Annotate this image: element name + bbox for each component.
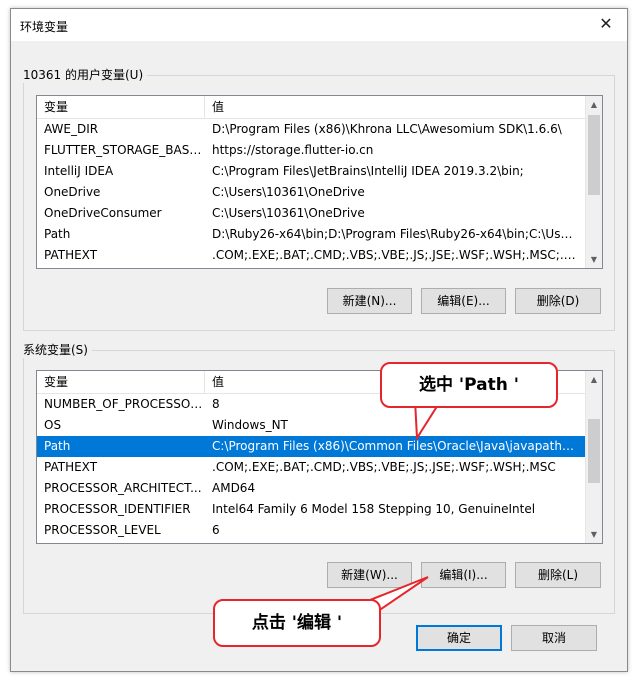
user-edit-button[interactable]: 编辑(E)... bbox=[421, 288, 506, 314]
column-header-name[interactable]: 变量 bbox=[37, 96, 205, 118]
table-row[interactable]: PATHEXT .COM;.EXE;.BAT;.CMD;.VBS;.VBE;.JS… bbox=[37, 245, 587, 266]
variable-value: C:\Users\10361\OneDrive bbox=[212, 206, 365, 220]
variable-name: PATHEXT bbox=[44, 460, 98, 474]
variable-name: PROCESSOR_IDENTIFIER bbox=[44, 502, 191, 516]
close-icon[interactable]: ✕ bbox=[595, 13, 617, 35]
variable-value: C:\Program Files\JetBrains\IntelliJ IDEA… bbox=[212, 164, 524, 178]
scroll-down-icon[interactable]: ▼ bbox=[586, 251, 602, 268]
variable-name: FLUTTER_STORAGE_BASE_... bbox=[44, 143, 204, 157]
table-row[interactable]: AWE_DIR D:\Program Files (x86)\Khrona LLC… bbox=[37, 119, 587, 140]
scroll-up-icon[interactable]: ▲ bbox=[586, 96, 602, 113]
title-bar: 环境变量 ✕ bbox=[11, 9, 627, 41]
table-row[interactable]: Path D:\Ruby26-x64\bin;D:\Program Files\R… bbox=[37, 224, 587, 245]
table-row[interactable]: OneDrive C:\Users\10361\OneDrive bbox=[37, 182, 587, 203]
variable-name: OneDriveConsumer bbox=[44, 206, 162, 220]
user-delete-button[interactable]: 删除(D) bbox=[515, 288, 601, 314]
variable-name: PROCESSOR_ARCHITECT... bbox=[44, 481, 202, 495]
table-row[interactable]: PROCESSOR_ARCHITECT... AMD64 bbox=[37, 478, 587, 499]
scroll-up-icon[interactable]: ▲ bbox=[586, 371, 602, 388]
variable-name: Path bbox=[44, 227, 71, 241]
system-variables-label: 系统变量(S) bbox=[23, 341, 92, 358]
variable-name: IntelliJ IDEA bbox=[44, 164, 114, 178]
variable-value: Intel64 Family 6 Model 158 Stepping 10, … bbox=[212, 502, 536, 516]
table-row[interactable]: FLUTTER_STORAGE_BASE_... https://storage.… bbox=[37, 140, 587, 161]
user-list-scrollbar[interactable]: ▲ ▼ bbox=[585, 96, 602, 268]
table-row-selected[interactable]: Path C:\Program Files (x86)\Common Files\… bbox=[37, 436, 587, 457]
scroll-thumb[interactable] bbox=[588, 419, 600, 483]
variable-value: 6 bbox=[212, 523, 220, 537]
table-row[interactable]: PROCESSOR_LEVEL 6 bbox=[37, 520, 587, 541]
ok-button[interactable]: 确定 bbox=[416, 625, 502, 651]
system-delete-button[interactable]: 删除(L) bbox=[515, 562, 601, 588]
system-list-scrollbar[interactable]: ▲ ▼ bbox=[585, 371, 602, 543]
variable-name: PATHEXT bbox=[44, 248, 98, 262]
variable-value: .COM;.EXE;.BAT;.CMD;.VBS;.VBE;.JS;.JSE;.… bbox=[212, 248, 577, 262]
table-row[interactable]: IntelliJ IDEA C:\Program Files\JetBrains\… bbox=[37, 161, 587, 182]
user-new-button[interactable]: 新建(N)... bbox=[327, 288, 412, 314]
variable-value: C:\Users\10361\OneDrive bbox=[212, 185, 365, 199]
system-variables-rows: NUMBER_OF_PROCESSORS 8 OS Windows_NT Path C… bbox=[37, 394, 587, 541]
user-variables-label: 10361 的用户变量(U) bbox=[23, 66, 148, 83]
variable-value: .COM;.EXE;.BAT;.CMD;.VBS;.VBE;.JS;.JSE;.… bbox=[212, 460, 556, 474]
user-variables-rows: AWE_DIR D:\Program Files (x86)\Khrona LLC… bbox=[37, 119, 587, 266]
variable-name: OS bbox=[44, 418, 62, 432]
variable-value: D:\Program Files (x86)\Khrona LLC\Awesom… bbox=[212, 122, 562, 136]
table-row[interactable]: PROCESSOR_IDENTIFIER Intel64 Family 6 Mod… bbox=[37, 499, 587, 520]
environment-variables-dialog: 环境变量 ✕ 10361 的用户变量(U) 变量 值 AWE_DIR D:\Pro… bbox=[10, 8, 628, 672]
user-variables-list[interactable]: 变量 值 AWE_DIR D:\Program Files (x86)\Khron… bbox=[36, 95, 603, 269]
table-row[interactable]: OS Windows_NT bbox=[37, 415, 587, 436]
column-header-name[interactable]: 变量 bbox=[37, 371, 205, 393]
variable-value: https://storage.flutter-io.cn bbox=[212, 143, 374, 157]
column-header-value[interactable]: 值 bbox=[205, 96, 587, 118]
variable-name: OneDrive bbox=[44, 185, 101, 199]
variable-name: AWE_DIR bbox=[44, 122, 99, 136]
scroll-thumb[interactable] bbox=[588, 115, 600, 195]
table-row[interactable]: OneDriveConsumer C:\Users\10361\OneDrive bbox=[37, 203, 587, 224]
annotation-select-path: 选中 'Path ' bbox=[380, 362, 558, 408]
scroll-down-icon[interactable]: ▼ bbox=[586, 526, 602, 543]
table-row[interactable]: PATHEXT .COM;.EXE;.BAT;.CMD;.VBS;.VBE;.JS… bbox=[37, 457, 587, 478]
annotation-click-edit: 点击 '编辑 ' bbox=[213, 599, 381, 647]
cancel-button[interactable]: 取消 bbox=[511, 625, 597, 651]
variable-name: PROCESSOR_LEVEL bbox=[44, 523, 161, 537]
list-header: 变量 值 bbox=[37, 96, 587, 119]
variable-value: D:\Ruby26-x64\bin;D:\Program Files\Ruby2… bbox=[212, 227, 577, 241]
window-title: 环境变量 bbox=[20, 20, 69, 34]
variable-name: NUMBER_OF_PROCESSORS bbox=[44, 397, 204, 411]
variable-name: Path bbox=[44, 439, 71, 453]
variable-value: AMD64 bbox=[212, 481, 256, 495]
